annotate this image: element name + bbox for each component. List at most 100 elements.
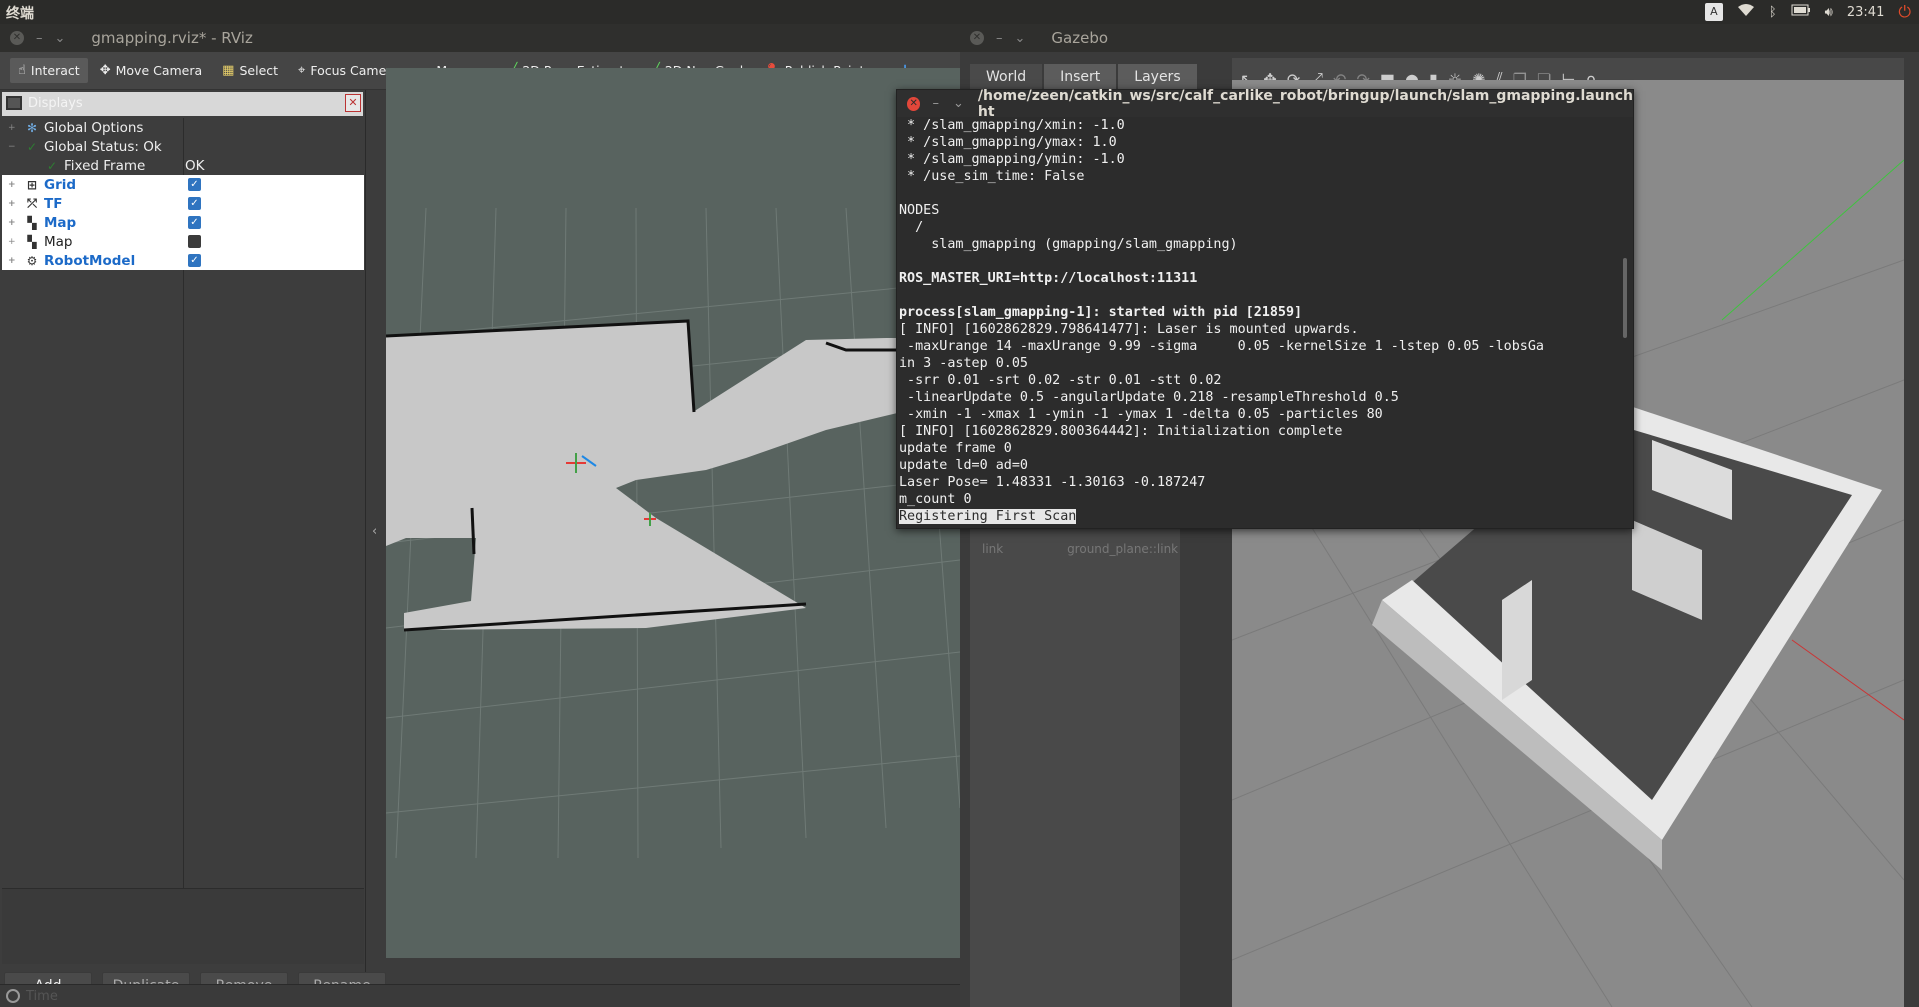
terminal-line: [ INFO] [1602862829.798641477]: Laser is… [899,322,1359,337]
close-window-icon[interactable]: ✕ [10,30,24,45]
minimize-window-icon[interactable]: – [36,31,43,46]
rviz-window-title: gmapping.rviz* - RViz [91,29,253,47]
collapse-icon[interactable]: − [8,142,18,152]
check-icon: ✓ [46,158,58,173]
battery-icon[interactable] [1791,4,1811,20]
terminal-line: ROS_MASTER_URI=http://localhost:11311 [899,271,1198,286]
terminal-line: * /use_sim_time: False [899,169,1085,184]
displays-panel: Displays ✕ + ✻ Global Options − ✓ Global… [0,90,386,1000]
map-free-space [386,321,960,630]
gazebo-tabs: World Insert Layers [970,64,1197,90]
fixed-frame-status: OK [185,157,205,174]
maximize-window-icon[interactable]: ⌄ [953,96,964,111]
tool-move-camera[interactable]: ✥ Move Camera [92,58,210,83]
close-window-icon[interactable]: ✕ [907,96,921,111]
gazebo-right-edge [1904,58,1919,1007]
tree-item-fixed-frame[interactable]: ✓ Fixed Frame OK [2,156,364,175]
rviz-titlebar: ✕ – ⌄ gmapping.rviz* - RViz [0,24,960,52]
maximize-window-icon[interactable]: ⌄ [55,31,66,46]
terminal-line: m_count 0 [899,492,972,507]
tree-item-label: Global Status: Ok [44,138,162,155]
display-item-label: Map [44,233,73,250]
gazebo-window-title: Gazebo [1051,29,1109,47]
gear-icon: ✻ [26,120,38,135]
expand-icon[interactable]: + [8,199,18,209]
terminal-window[interactable]: ✕ – ⌄ /home/zeen/catkin_ws/src/calf_carl… [896,87,1634,529]
clock[interactable]: 23:41 [1847,5,1884,20]
check-icon: ✓ [26,139,38,154]
terminal-line: * /slam_gmapping/xmin: -1.0 [899,118,1125,133]
terminal-line: NODES [899,203,940,218]
tree-item-global-status[interactable]: − ✓ Global Status: Ok [2,137,364,156]
power-icon[interactable]: ⏻ [1898,2,1911,22]
wifi-icon[interactable] [1737,3,1755,21]
terminal-line: in 3 -astep 0.05 [899,356,1028,371]
robot-icon: ⚙ [26,253,38,268]
tool-label: Select [239,63,279,78]
monitor-icon [6,96,22,110]
display-item-label: Grid [44,176,77,193]
grid-icon: ⊞ [26,177,38,192]
expand-icon[interactable]: + [8,123,18,133]
terminal-line: Registering First Scan [899,509,1077,524]
map-icon: ▚ [27,234,37,249]
volume-icon[interactable]: 🔊︎ [1825,5,1833,20]
bluetooth-icon[interactable]: ᛒ [1769,5,1777,20]
expand-icon[interactable]: + [8,218,18,228]
tree-item-label: Global Options [44,119,144,136]
terminal-output[interactable]: * /slam_gmapping/xmin: -1.0 * /slam_gmap… [897,117,1633,527]
display-item-label: RobotModel [44,252,136,269]
tool-select[interactable]: ▦ Select [214,58,286,83]
display-item-robotmodel[interactable]: + ⚙ RobotModel ✓ [2,251,364,270]
maximize-window-icon[interactable]: ⌄ [1015,31,1026,46]
terminal-titlebar: ✕ – ⌄ /home/zeen/catkin_ws/src/calf_carl… [897,87,1633,120]
tab-world[interactable]: World [970,64,1043,90]
input-method-indicator[interactable]: A [1704,3,1723,21]
rviz-3d-viewport[interactable] [386,68,960,958]
expand-icon[interactable]: + [8,237,18,247]
display-enabled-checkbox[interactable]: ✓ [188,254,201,267]
display-item-map[interactable]: + ▚ Map ✓ [2,213,364,232]
minimize-window-icon[interactable]: – [932,96,939,111]
terminal-title: /home/zeen/catkin_ws/src/calf_carlike_ro… [977,87,1633,120]
move-icon: ✥ [99,63,111,78]
display-description-area [2,888,364,964]
terminal-line: * /slam_gmapping/ymin: -1.0 [899,152,1125,167]
tree-item-global-options[interactable]: + ✻ Global Options [2,118,364,137]
terminal-line: [ INFO] [1602862829.800364442]: Initiali… [899,424,1343,439]
displays-panel-title: Displays [28,96,83,111]
display-enabled-checkbox[interactable]: ✓ [188,216,201,229]
display-item-tf[interactable]: + ⤱ TF ✓ [2,194,364,213]
display-enabled-checkbox[interactable]: ✓ [188,178,201,191]
expand-icon[interactable]: + [8,256,18,266]
display-item-map-2[interactable]: + ▚ Map [2,232,364,251]
axes-icon: ⤱ [27,196,37,210]
terminal-line: update frame 0 [899,441,1012,456]
close-window-icon[interactable]: ✕ [970,30,984,45]
tab-insert[interactable]: Insert [1044,64,1117,90]
displays-tree: + ✻ Global Options − ✓ Global Status: Ok… [2,118,364,948]
terminal-scrollbar[interactable] [1623,258,1627,338]
display-item-label: TF [44,195,63,212]
collapse-panel-handle[interactable]: ‹ [372,524,377,539]
time-panel: Time [0,984,960,1007]
displays-panel-header: Displays ✕ [2,92,363,116]
map-icon: ▚ [27,215,37,230]
terminal-line: * /slam_gmapping/ymax: 1.0 [899,135,1117,150]
crosshair-icon: ⌖ [298,63,306,78]
minimize-window-icon[interactable]: – [996,31,1003,46]
tab-layers[interactable]: Layers [1118,64,1197,90]
display-enabled-checkbox[interactable] [188,235,201,248]
terminal-line: process[slam_gmapping-1]: started with p… [899,305,1303,320]
terminal-line: slam_gmapping (gmapping/slam_gmapping) [899,237,1238,252]
tool-interact[interactable]: ☝ Interact [10,58,88,83]
display-enabled-checkbox[interactable]: ✓ [188,197,201,210]
display-item-grid[interactable]: + ⊞ Grid ✓ [2,175,364,194]
close-panel-icon[interactable]: ✕ [345,94,361,112]
terminal-line: update ld=0 ad=0 [899,458,1028,473]
expand-icon[interactable]: + [8,180,18,190]
tree-item-link[interactable]: link ground_plane::link [982,542,1178,556]
